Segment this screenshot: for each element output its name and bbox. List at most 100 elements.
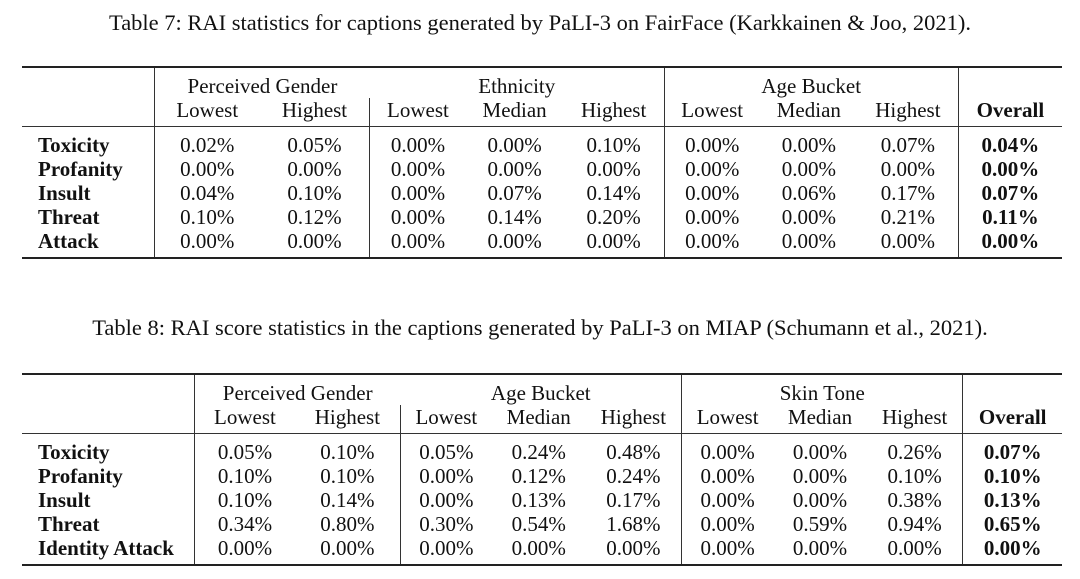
row-label: Insult xyxy=(38,488,91,512)
table-row: Toxicity 0.05% 0.10% 0.05% 0.24% 0.48% 0.00% 0.… xyxy=(22,433,1062,464)
table-cell: 0.00% xyxy=(294,536,401,566)
group-header: Perceived Gender xyxy=(153,66,370,98)
overall-cell: 0.10% xyxy=(962,464,1062,488)
column-header-row: Lowest Highest Lowest Median Highest Lowest Me… xyxy=(22,98,1062,127)
row-label: Profanity xyxy=(38,157,123,181)
table-cell: 0.00% xyxy=(193,536,295,566)
overall-cell: 0.04% xyxy=(957,126,1062,157)
table-cell: 0.54% xyxy=(511,512,566,536)
table-cell: 0.10% xyxy=(287,181,342,205)
overall-cell: 0.13% xyxy=(962,488,1062,512)
table-cell: 0.30% xyxy=(399,512,492,536)
table-cell: 0.12% xyxy=(511,464,566,488)
table-cell: 0.00% xyxy=(781,157,836,181)
table-cell: 0.07% xyxy=(487,181,542,205)
group-header: Perceived Gender xyxy=(194,373,401,405)
table-cell: 0.00% xyxy=(857,229,959,259)
overall-cell: 0.00% xyxy=(957,157,1062,181)
row-label: Threat xyxy=(38,512,100,536)
table-cell: 0.00% xyxy=(487,133,542,157)
column-header: Lowest xyxy=(193,405,295,434)
table-cell: 0.00% xyxy=(792,488,848,512)
table-cell: 0.00% xyxy=(663,157,760,181)
column-header: Median xyxy=(759,98,858,127)
stub-cell xyxy=(22,373,195,405)
table-cell: 0.10% xyxy=(193,488,295,512)
table-cell: 0.06% xyxy=(781,181,836,205)
group-header: Age Bucket xyxy=(663,66,959,98)
table-row: Threat 0.34% 0.80% 0.30% 0.54% 1.68% 0.00% 0.59… xyxy=(22,512,1062,536)
table-cell: 0.00% xyxy=(287,157,342,181)
column-header: Median xyxy=(465,98,564,127)
column-header: Highest xyxy=(294,405,401,434)
table-row: Insult 0.04% 0.10% 0.00% 0.07% 0.14% 0.00% 0.06… xyxy=(22,181,1062,205)
table-cell: 0.00% xyxy=(399,488,492,512)
group-header-row: Perceived Gender Ethnicity Age Bucket xyxy=(22,66,1062,98)
table-8-caption: Table 8: RAI score statistics in the cap… xyxy=(92,315,988,340)
stub-cell xyxy=(22,98,155,127)
table-body: Toxicity 0.02% 0.05% 0.00% 0.00% 0.10% 0.00% 0.… xyxy=(22,126,1062,259)
row-label: Insult xyxy=(38,181,91,205)
table-cell: 0.00% xyxy=(369,157,466,181)
column-header: Highest xyxy=(563,98,665,127)
table-cell: 0.12% xyxy=(287,205,342,229)
table-cell: 0.00% xyxy=(399,464,492,488)
table-cell: 0.00% xyxy=(681,433,774,464)
column-header: Median xyxy=(773,405,867,434)
table-row: Profanity 0.10% 0.10% 0.00% 0.12% 0.24% 0.00% 0… xyxy=(22,464,1062,488)
table-body: Toxicity 0.05% 0.10% 0.05% 0.24% 0.48% 0.00% 0.… xyxy=(22,433,1062,566)
table-cell: 0.17% xyxy=(880,181,935,205)
table-cell: 0.00% xyxy=(663,205,760,229)
table-cell: 0.00% xyxy=(792,440,848,464)
column-header: Lowest xyxy=(399,405,492,434)
table-cell: 0.00% xyxy=(681,512,774,536)
table-header: Perceived Gender Age Bucket Skin Tone Lowes… xyxy=(22,373,1062,434)
column-header: Lowest xyxy=(663,98,760,127)
column-header: Highest xyxy=(585,405,682,434)
column-header-overall: Overall xyxy=(962,405,1062,434)
table-cell: 0.00% xyxy=(259,229,370,259)
table-row: Toxicity 0.02% 0.05% 0.00% 0.00% 0.10% 0.00% 0.… xyxy=(22,126,1062,157)
table-cell: 0.20% xyxy=(586,205,641,229)
table-cell: 0.10% xyxy=(887,464,942,488)
table-row: Insult 0.10% 0.14% 0.00% 0.13% 0.17% 0.00% 0.00… xyxy=(22,488,1062,512)
table-8: Perceived Gender Age Bucket Skin Tone Lowes… xyxy=(22,373,1062,566)
group-header: Age Bucket xyxy=(400,373,682,405)
table-row: Profanity 0.00% 0.00% 0.00% 0.00% 0.00% 0.00% 0… xyxy=(22,157,1062,181)
table-cell: 0.10% xyxy=(193,464,295,488)
table-cell: 0.00% xyxy=(781,133,836,157)
table-cell: 0.59% xyxy=(792,512,848,536)
table-cell: 0.34% xyxy=(193,512,295,536)
table-cell: 0.00% xyxy=(487,157,542,181)
column-header: Lowest xyxy=(153,98,260,127)
table-7-caption: Table 7: RAI statistics for captions gen… xyxy=(109,10,971,35)
table-cell: 0.00% xyxy=(681,464,774,488)
row-label: Profanity xyxy=(38,464,123,488)
table-cell: 0.00% xyxy=(880,157,935,181)
table-cell: 0.00% xyxy=(585,536,682,566)
table-row: Attack 0.00% 0.00% 0.00% 0.00% 0.00% 0.00% 0.00… xyxy=(22,229,1062,259)
overall-cell: 0.11% xyxy=(957,205,1062,229)
table-cell: 0.00% xyxy=(399,536,492,566)
table-row: Threat 0.10% 0.12% 0.00% 0.14% 0.20% 0.00% 0.00… xyxy=(22,205,1062,229)
row-label: Threat xyxy=(38,205,100,229)
table-cell: 0.14% xyxy=(586,181,641,205)
table-cell: 0.00% xyxy=(663,126,760,157)
table-cell: 0.00% xyxy=(759,229,858,259)
table-7: Perceived Gender Ethnicity Age Bucket Lowes… xyxy=(22,66,1062,259)
table-cell: 0.00% xyxy=(792,464,848,488)
column-header: Highest xyxy=(259,98,370,127)
table-cell: 0.00% xyxy=(491,536,586,566)
table-row: Identity Attack 0.00% 0.00% 0.00% 0.00% 0.00%… xyxy=(22,536,1062,566)
overall-cell: 0.07% xyxy=(962,433,1062,464)
table-cell: 0.04% xyxy=(153,181,260,205)
overall-cell: 0.07% xyxy=(957,181,1062,205)
stub-cell xyxy=(22,405,195,434)
table-cell: 0.00% xyxy=(773,536,867,566)
overall-group-spacer xyxy=(962,373,1062,405)
table-cell: 0.00% xyxy=(369,229,466,259)
table-cell: 0.00% xyxy=(153,157,260,181)
row-label: Attack xyxy=(22,229,155,259)
table-cell: 0.00% xyxy=(369,126,466,157)
table-cell: 0.05% xyxy=(193,433,295,464)
